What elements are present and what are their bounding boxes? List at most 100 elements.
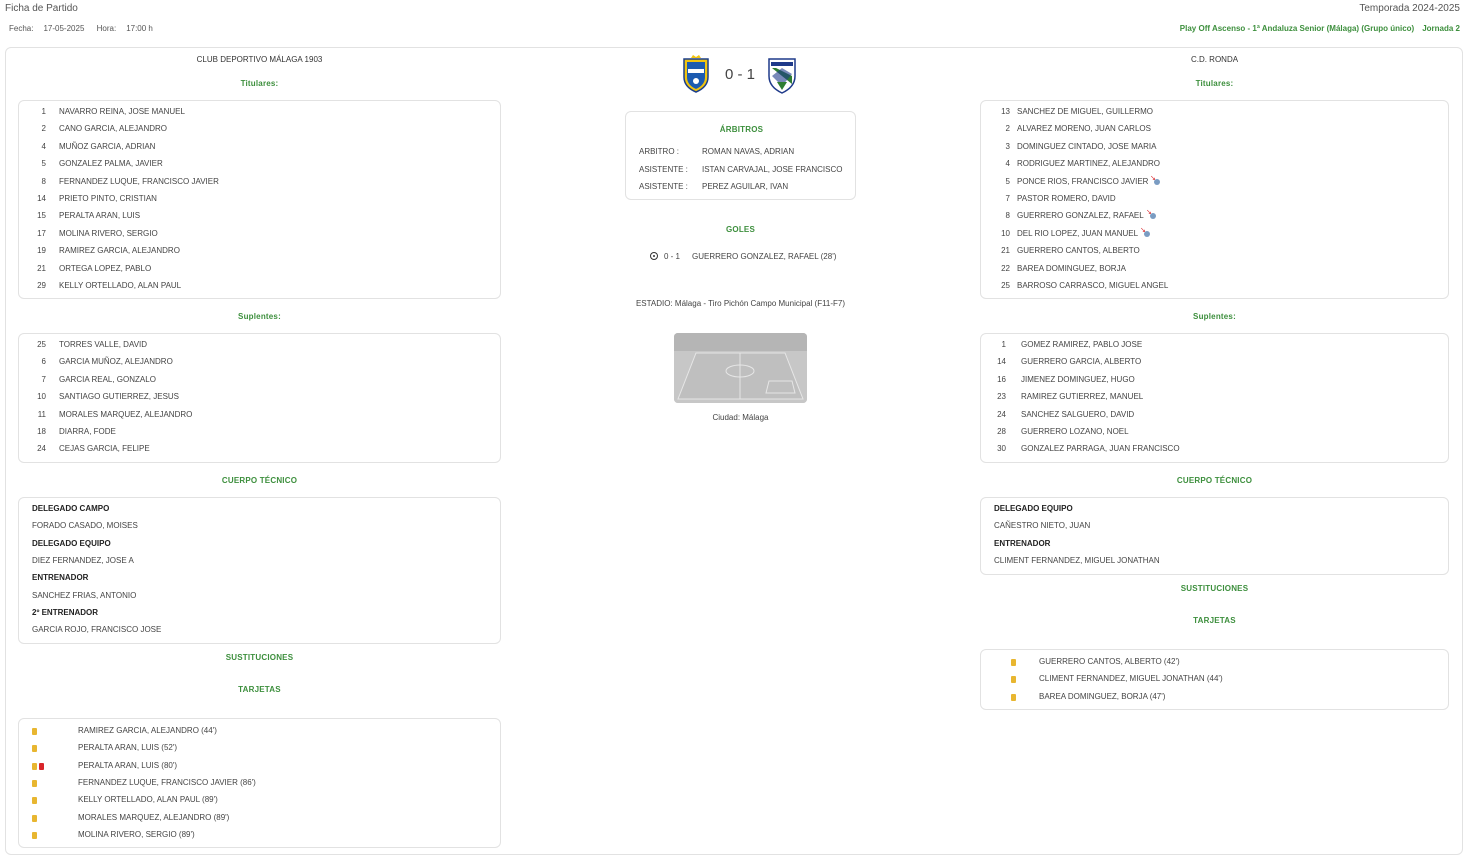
staff-name[interactable]: CAÑESTRO NIETO, JUAN <box>994 521 1090 530</box>
player-number: 21 <box>37 263 46 273</box>
card-entry[interactable]: MOLINA RIVERO, SERGIO (89') <box>78 830 195 844</box>
player-row[interactable]: 21 ORTEGA LOPEZ, PABLO <box>19 264 500 278</box>
player-name[interactable]: PERALTA ARAN, LUIS <box>59 211 140 220</box>
player-row[interactable]: 7 PASTOR ROMERO, DAVID <box>981 194 1448 208</box>
player-name[interactable]: GONZALEZ PARRAGA, JUAN FRANCISCO <box>1021 444 1180 453</box>
player-row[interactable]: 10 SANTIAGO GUTIERREZ, JESUS <box>19 392 500 406</box>
player-name[interactable]: PASTOR ROMERO, DAVID <box>1017 194 1116 203</box>
player-name[interactable]: KELLY ORTELLADO, ALAN PAUL <box>59 281 181 290</box>
home-crest-icon[interactable] <box>681 55 711 93</box>
away-cards-list: GUERRERO CANTOS, ALBERTO (42') CLIMENT FE… <box>980 649 1449 710</box>
player-row[interactable]: 10 DEL RIO LOPEZ, JUAN MANUEL ↘ <box>981 227 1448 243</box>
card-entry[interactable]: CLIMENT FERNANDEZ, MIGUEL JONATHAN (44') <box>1039 674 1223 688</box>
card-entry[interactable]: FERNANDEZ LUQUE, FRANCISCO JAVIER (86') <box>78 778 256 792</box>
player-row[interactable]: 1 NAVARRO REINA, JOSE MANUEL <box>19 107 500 121</box>
player-row[interactable]: 1 GOMEZ RAMIREZ, PABLO JOSE <box>981 340 1448 354</box>
player-row[interactable]: 13 SANCHEZ DE MIGUEL, GUILLERMO <box>981 107 1448 121</box>
player-row[interactable]: 4 RODRIGUEZ MARTINEZ, ALEJANDRO <box>981 159 1448 173</box>
player-name[interactable]: GUERRERO GONZALEZ, RAFAEL <box>1017 211 1144 220</box>
player-row[interactable]: 17 MOLINA RIVERO, SERGIO <box>19 229 500 243</box>
player-name[interactable]: CANO GARCIA, ALEJANDRO <box>59 124 167 133</box>
player-name[interactable]: ORTEGA LOPEZ, PABLO <box>59 264 151 273</box>
player-row[interactable]: 22 BAREA DOMINGUEZ, BORJA <box>981 264 1448 278</box>
player-number: 1 <box>41 107 46 116</box>
player-row[interactable]: 8 GUERRERO GONZALEZ, RAFAEL ↘ <box>981 209 1448 225</box>
round-label[interactable]: Jornada 2 <box>1422 24 1460 33</box>
player-name[interactable]: CEJAS GARCIA, FELIPE <box>59 444 150 453</box>
card-entry[interactable]: MORALES MARQUEZ, ALEJANDRO (89') <box>78 813 229 827</box>
player-name[interactable]: TORRES VALLE, DAVID <box>59 340 147 349</box>
player-name[interactable]: GUERRERO CANTOS, ALBERTO <box>1017 246 1140 255</box>
player-name[interactable]: GARCIA REAL, GONZALO <box>59 375 156 384</box>
player-row[interactable]: 5 GONZALEZ PALMA, JAVIER <box>19 159 500 173</box>
player-row[interactable]: 29 KELLY ORTELLADO, ALAN PAUL <box>19 281 500 295</box>
player-row[interactable]: 8 FERNANDEZ LUQUE, FRANCISCO JAVIER <box>19 177 500 191</box>
staff-name[interactable]: GARCIA ROJO, FRANCISCO JOSE <box>32 625 161 634</box>
player-name[interactable]: RAMIREZ GARCIA, ALEJANDRO <box>59 246 180 255</box>
competition-name[interactable]: Play Off Ascenso - 1ª Andaluza Senior (M… <box>1180 24 1414 33</box>
player-name[interactable]: DOMINGUEZ CINTADO, JOSE MARIA <box>1017 142 1156 151</box>
player-row[interactable]: 7 GARCIA REAL, GONZALO <box>19 375 500 389</box>
player-row[interactable]: 6 GARCIA MUÑOZ, ALEJANDRO <box>19 357 500 371</box>
card-entry[interactable]: BAREA DOMINGUEZ, BORJA (47') <box>1039 692 1165 706</box>
card-entry[interactable]: PERALTA ARAN, LUIS (52') <box>78 743 177 757</box>
goal-score: 0 - 1 <box>664 252 681 261</box>
away-team-name[interactable]: C.D. RONDA <box>980 55 1449 64</box>
card-entry[interactable]: KELLY ORTELLADO, ALAN PAUL (89') <box>78 795 218 809</box>
player-row[interactable]: 2 CANO GARCIA, ALEJANDRO <box>19 124 500 138</box>
staff-name[interactable]: FORADO CASADO, MOISES <box>32 521 138 530</box>
player-name[interactable]: MORALES MARQUEZ, ALEJANDRO <box>59 410 192 419</box>
player-row[interactable]: 14 GUERRERO GARCIA, ALBERTO <box>981 357 1448 371</box>
card-entry[interactable]: PERALTA ARAN, LUIS (80') <box>78 761 177 775</box>
player-name[interactable]: PONCE RIOS, FRANCISCO JAVIER <box>1017 177 1148 186</box>
player-name[interactable]: SANCHEZ DE MIGUEL, GUILLERMO <box>1017 107 1153 116</box>
player-row[interactable]: 24 CEJAS GARCIA, FELIPE <box>19 444 500 458</box>
player-name[interactable]: DIARRA, FODE <box>59 427 116 436</box>
player-row[interactable]: 24 SANCHEZ SALGUERO, DAVID <box>981 410 1448 424</box>
player-row[interactable]: 18 DIARRA, FODE <box>19 427 500 441</box>
player-name[interactable]: ALVAREZ MORENO, JUAN CARLOS <box>1017 124 1151 133</box>
player-name[interactable]: RODRIGUEZ MARTINEZ, ALEJANDRO <box>1017 159 1160 168</box>
player-row[interactable]: 14 PRIETO PINTO, CRISTIAN <box>19 194 500 208</box>
player-row[interactable]: 3 DOMINGUEZ CINTADO, JOSE MARIA <box>981 142 1448 156</box>
player-name[interactable]: BAREA DOMINGUEZ, BORJA <box>1017 264 1126 273</box>
competition-info: Play Off Ascenso - 1ª Andaluza Senior (M… <box>1180 24 1460 33</box>
goal-player[interactable]: GUERRERO GONZALEZ, RAFAEL (28') <box>692 252 836 261</box>
card-entry[interactable]: GUERRERO CANTOS, ALBERTO (42') <box>1039 657 1180 671</box>
player-row[interactable]: 30 GONZALEZ PARRAGA, JUAN FRANCISCO <box>981 444 1448 458</box>
player-row[interactable]: 15 PERALTA ARAN, LUIS <box>19 211 500 225</box>
player-name[interactable]: MUÑOZ GARCIA, ADRIAN <box>59 142 155 151</box>
player-name[interactable]: GARCIA MUÑOZ, ALEJANDRO <box>59 357 173 366</box>
player-name[interactable]: GOMEZ RAMIREZ, PABLO JOSE <box>1021 340 1142 349</box>
player-row[interactable]: 16 JIMENEZ DOMINGUEZ, HUGO <box>981 375 1448 389</box>
staff-name[interactable]: CLIMENT FERNANDEZ, MIGUEL JONATHAN <box>994 556 1160 565</box>
player-name[interactable]: PRIETO PINTO, CRISTIAN <box>59 194 157 203</box>
player-row[interactable]: 11 MORALES MARQUEZ, ALEJANDRO <box>19 410 500 424</box>
player-row[interactable]: 25 BARROSO CARRASCO, MIGUEL ANGEL <box>981 281 1448 295</box>
player-row[interactable]: 23 RAMIREZ GUTIERREZ, MANUEL <box>981 392 1448 406</box>
player-row[interactable]: 25 TORRES VALLE, DAVID <box>19 340 500 354</box>
player-row[interactable]: 4 MUÑOZ GARCIA, ADRIAN <box>19 142 500 156</box>
player-name[interactable]: JIMENEZ DOMINGUEZ, HUGO <box>1021 375 1135 384</box>
player-name[interactable]: DEL RIO LOPEZ, JUAN MANUEL <box>1017 229 1138 238</box>
player-row[interactable]: 28 GUERRERO LOZANO, NOEL <box>981 427 1448 441</box>
player-name[interactable]: NAVARRO REINA, JOSE MANUEL <box>59 107 185 116</box>
home-team-name[interactable]: CLUB DEPORTIVO MÁLAGA 1903 <box>18 55 501 64</box>
player-name[interactable]: BARROSO CARRASCO, MIGUEL ANGEL <box>1017 281 1168 290</box>
away-crest-icon[interactable] <box>767 56 797 94</box>
staff-name[interactable]: DIEZ FERNANDEZ, JOSE A <box>32 556 134 565</box>
player-name[interactable]: SANTIAGO GUTIERREZ, JESUS <box>59 392 179 401</box>
player-row[interactable]: 5 PONCE RIOS, FRANCISCO JAVIER ↘ <box>981 175 1448 191</box>
player-name[interactable]: SANCHEZ SALGUERO, DAVID <box>1021 410 1134 419</box>
player-row[interactable]: 21 GUERRERO CANTOS, ALBERTO <box>981 246 1448 260</box>
player-name[interactable]: MOLINA RIVERO, SERGIO <box>59 229 158 238</box>
player-row[interactable]: 19 RAMIREZ GARCIA, ALEJANDRO <box>19 246 500 260</box>
player-name[interactable]: FERNANDEZ LUQUE, FRANCISCO JAVIER <box>59 177 219 186</box>
staff-name[interactable]: SANCHEZ FRIAS, ANTONIO <box>32 591 136 600</box>
player-name[interactable]: GUERRERO GARCIA, ALBERTO <box>1021 357 1141 366</box>
player-name[interactable]: RAMIREZ GUTIERREZ, MANUEL <box>1021 392 1143 401</box>
card-entry[interactable]: RAMIREZ GARCIA, ALEJANDRO (44') <box>78 726 217 740</box>
player-name[interactable]: GONZALEZ PALMA, JAVIER <box>59 159 163 168</box>
player-row[interactable]: 2 ALVAREZ MORENO, JUAN CARLOS <box>981 124 1448 138</box>
player-name[interactable]: GUERRERO LOZANO, NOEL <box>1021 427 1129 436</box>
